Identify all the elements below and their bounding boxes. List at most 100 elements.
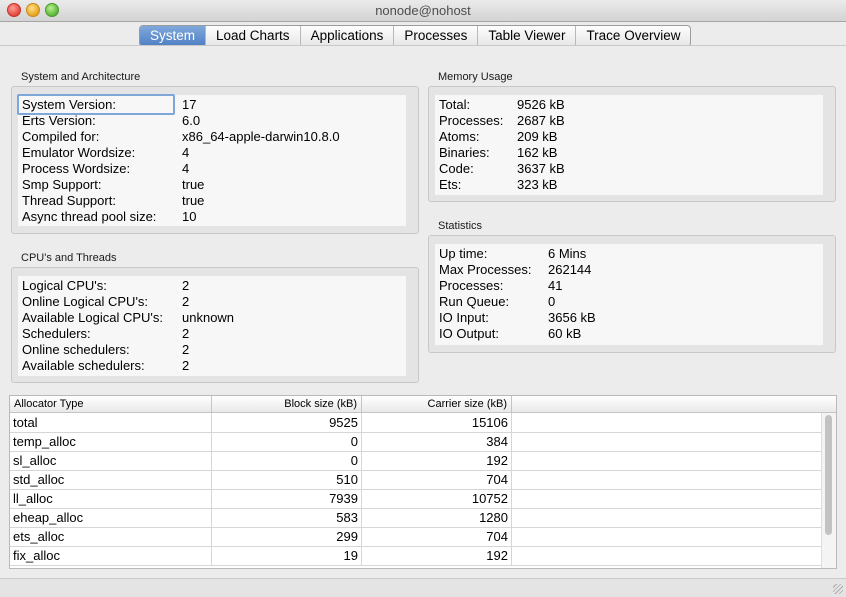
- statistics-row-value: 60 kB: [548, 326, 582, 341]
- system-row-value: 10: [182, 209, 197, 224]
- table-row[interactable]: fix_alloc 19 192: [10, 546, 822, 566]
- memory-row-label: Code:: [439, 161, 474, 176]
- memory-row-value: 209 kB: [517, 129, 558, 144]
- memory-usage-heading: Memory Usage: [438, 71, 513, 83]
- column-header-allocator-type[interactable]: Allocator Type: [10, 396, 212, 412]
- system-row-value: 4: [182, 145, 190, 160]
- resize-grip-icon[interactable]: [833, 584, 843, 594]
- tab-load-charts[interactable]: Load Charts: [206, 26, 301, 46]
- table-row[interactable]: ets_alloc 299 704: [10, 527, 822, 547]
- allocator-table[interactable]: Allocator Type Block size (kB) Carrier s…: [9, 395, 837, 569]
- cell-block-size: 0: [212, 432, 362, 451]
- system-row-label: Erts Version:: [22, 113, 96, 128]
- table-row-partial[interactable]: [10, 565, 822, 568]
- cpu-row-label: Online Logical CPU's:: [22, 294, 149, 309]
- cpu-row-value: 2: [182, 342, 190, 357]
- table-row[interactable]: ll_alloc 7939 10752: [10, 489, 822, 509]
- system-row-value: true: [182, 177, 205, 192]
- memory-row-label: Total:: [439, 97, 471, 112]
- statistics-row-value: 41: [548, 278, 563, 293]
- system-row-label: Thread Support:: [22, 193, 116, 208]
- statistics-row-label: Run Queue:: [439, 294, 510, 309]
- memory-row-value: 3637 kB: [517, 161, 565, 176]
- memory-row-value: 2687 kB: [517, 113, 565, 128]
- column-header-block-size[interactable]: Block size (kB): [212, 396, 362, 412]
- window-title: nonode@nohost: [375, 3, 471, 18]
- statistics-row-value: 262144: [548, 262, 592, 277]
- column-header-carrier-size[interactable]: Carrier size (kB): [362, 396, 512, 412]
- cell-carrier-size: 704: [362, 470, 512, 489]
- cell-allocator-type: eheap_alloc: [10, 508, 212, 527]
- title-bar: nonode@nohost: [0, 0, 846, 22]
- cell-allocator-type: temp_alloc: [10, 432, 212, 451]
- statistics-row-label: IO Output:: [439, 326, 499, 341]
- memory-row-label: Binaries:: [439, 145, 490, 160]
- cell-block-size: 583: [212, 508, 362, 527]
- cell-carrier-size: 15106: [362, 413, 512, 432]
- tab-bar: System Load Charts Applications Processe…: [139, 25, 692, 47]
- memory-row-label: Processes:: [439, 113, 504, 128]
- cell-block-size: 0: [212, 451, 362, 470]
- memory-row-label: Ets:: [439, 177, 462, 192]
- memory-row-value: 323 kB: [517, 177, 558, 192]
- cell-block-size: 19: [212, 546, 362, 565]
- cell-carrier-size: 192: [362, 451, 512, 470]
- system-row-value: x86_64-apple-darwin10.8.0: [182, 129, 340, 144]
- table-vertical-scrollbar[interactable]: [821, 413, 836, 568]
- table-row[interactable]: sl_alloc 0 192: [10, 451, 822, 471]
- cpu-row-value: 2: [182, 358, 190, 373]
- cpu-row-label: Available Logical CPU's:: [22, 310, 163, 325]
- cpu-threads-heading: CPU's and Threads: [21, 252, 117, 264]
- system-row-value: 4: [182, 161, 190, 176]
- cell-allocator-type: total: [10, 413, 212, 432]
- table-row[interactable]: temp_alloc 0 384: [10, 432, 822, 452]
- cell-allocator-type: fix_alloc: [10, 546, 212, 565]
- cell-allocator-type: std_alloc: [10, 470, 212, 489]
- cell-block-size: 9525: [212, 413, 362, 432]
- system-row-label: Smp Support:: [22, 177, 102, 192]
- table-row[interactable]: std_alloc 510 704: [10, 470, 822, 490]
- tab-applications[interactable]: Applications: [301, 26, 395, 46]
- tab-processes[interactable]: Processes: [394, 26, 479, 46]
- memory-row-label: Atoms:: [439, 129, 480, 144]
- statistics-row-label: Up time:: [439, 246, 488, 261]
- cell-block-size: 299: [212, 527, 362, 546]
- cell-allocator-type: sl_alloc: [10, 451, 212, 470]
- system-row-label: Emulator Wordsize:: [22, 145, 136, 160]
- system-row-label: Process Wordsize:: [22, 161, 131, 176]
- scrollbar-thumb[interactable]: [825, 415, 832, 535]
- memory-row-value: 162 kB: [517, 145, 558, 160]
- system-row-label: System Version:: [22, 97, 116, 112]
- system-row-value: true: [182, 193, 205, 208]
- table-row[interactable]: eheap_alloc 583 1280: [10, 508, 822, 528]
- cell-carrier-size: 384: [362, 432, 512, 451]
- statistics-row-label: Max Processes:: [439, 262, 532, 277]
- cell-allocator-type: ets_alloc: [10, 527, 212, 546]
- tab-system[interactable]: System: [140, 26, 207, 46]
- cpu-row-label: Available schedulers:: [22, 358, 145, 373]
- system-row-value: 17: [182, 97, 197, 112]
- memory-usage-list: [435, 95, 823, 195]
- allocator-table-header: Allocator Type Block size (kB) Carrier s…: [10, 396, 836, 413]
- tab-trace-overview[interactable]: Trace Overview: [576, 26, 690, 46]
- table-row[interactable]: total 9525 15106: [10, 413, 822, 433]
- cpu-row-value: unknown: [182, 310, 235, 325]
- cell-allocator-type: ll_alloc: [10, 489, 212, 508]
- cell-carrier-size: 704: [362, 527, 512, 546]
- statistics-heading: Statistics: [438, 220, 483, 232]
- cell-carrier-size: 10752: [362, 489, 512, 508]
- cpu-row-value: 2: [182, 294, 190, 309]
- status-bar: [0, 578, 846, 597]
- cell-block-size: 7939: [212, 489, 362, 508]
- system-row-label: Async thread pool size:: [22, 209, 157, 224]
- cpu-row-label: Logical CPU's:: [22, 278, 107, 293]
- cpu-row-value: 2: [182, 326, 190, 341]
- tab-table-viewer[interactable]: Table Viewer: [478, 26, 577, 46]
- cell-block-size: 510: [212, 470, 362, 489]
- memory-usage-box: [428, 86, 836, 202]
- statistics-row-value: 3656 kB: [548, 310, 596, 325]
- cell-carrier-size: 1280: [362, 508, 512, 527]
- cell-carrier-size: 192: [362, 546, 512, 565]
- system-row-label: Compiled for:: [22, 129, 100, 144]
- system-architecture-heading: System and Architecture: [21, 71, 141, 83]
